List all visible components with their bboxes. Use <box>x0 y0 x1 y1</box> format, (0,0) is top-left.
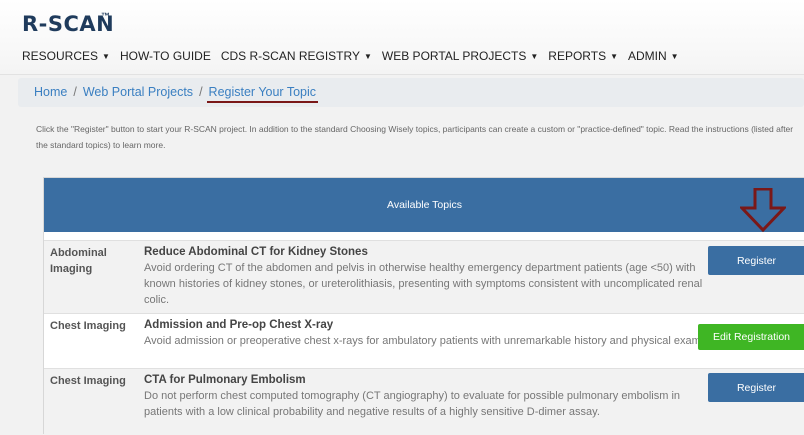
topics-header: Available Topics <box>44 178 804 232</box>
nav-label: RESOURCES <box>22 49 99 63</box>
register-button[interactable]: Register <box>708 246 804 275</box>
topic-title: Admission and Pre-op Chest X-ray <box>144 319 334 331</box>
topic-category: Chest Imaging <box>50 320 126 332</box>
nav-label: CDS R-SCAN REGISTRY <box>220 49 360 63</box>
nav-admin[interactable]: ADMIN ▼ <box>628 49 679 63</box>
topic-title: CTA for Pulmonary Embolism <box>144 374 306 386</box>
topic-category: Chest Imaging <box>50 375 126 387</box>
edit-registration-button[interactable]: Edit Registration <box>698 324 804 350</box>
main-nav: RESOURCES ▼ HOW-TO GUIDE CDS R-SCAN REGIS… <box>22 49 679 63</box>
nav-how-to-guide[interactable]: HOW-TO GUIDE <box>120 49 211 63</box>
breadcrumb-separator: / <box>199 85 203 99</box>
topics-panel: Available Topics Abdominal Imaging Reduc… <box>43 177 804 435</box>
register-button[interactable]: Register <box>708 373 804 402</box>
topic-row: Chest Imaging Admission and Pre-op Chest… <box>44 313 804 368</box>
breadcrumb-home[interactable]: Home <box>34 85 67 99</box>
breadcrumb-current: Register Your Topic <box>206 85 319 103</box>
breadcrumb: Home / Web Portal Projects / Register Yo… <box>18 78 804 107</box>
breadcrumb-separator: / <box>73 85 77 99</box>
caret-down-icon: ▼ <box>610 51 618 61</box>
topic-description: Avoid admission or preoperative chest x-… <box>144 335 704 347</box>
top-header: R-SCAN ™ RESOURCES ▼ HOW-TO GUIDE CDS R-S… <box>0 0 804 75</box>
breadcrumb-web-portal-projects[interactable]: Web Portal Projects <box>83 85 193 99</box>
nav-label: REPORTS <box>548 49 607 63</box>
intro-text: Click the "Register" button to start you… <box>36 124 794 150</box>
nav-web-portal-projects[interactable]: WEB PORTAL PROJECTS ▼ <box>382 49 538 63</box>
topic-title: Reduce Abdominal CT for Kidney Stones <box>144 246 368 258</box>
topic-row: Abdominal Imaging Reduce Abdominal CT fo… <box>44 240 804 313</box>
caret-down-icon: ▼ <box>670 51 679 61</box>
nav-cds-registry[interactable]: CDS R-SCAN REGISTRY ▼ <box>221 49 372 63</box>
nav-label: ADMIN <box>628 49 667 63</box>
caret-down-icon: ▼ <box>363 51 372 61</box>
caret-down-icon: ▼ <box>530 51 539 61</box>
nav-resources[interactable]: RESOURCES ▼ <box>22 49 110 63</box>
nav-label: WEB PORTAL PROJECTS <box>381 49 527 63</box>
nav-label: HOW-TO GUIDE <box>119 49 211 63</box>
logo-trademark: ™ <box>101 11 110 21</box>
nav-reports[interactable]: REPORTS ▼ <box>548 49 618 63</box>
topic-description: Avoid ordering CT of the abdomen and pel… <box>144 262 703 306</box>
caret-down-icon: ▼ <box>102 51 110 61</box>
topic-category: Abdominal Imaging <box>50 247 107 275</box>
topic-description: Do not perform chest computed tomography… <box>144 390 681 418</box>
topic-row: Chest Imaging CTA for Pulmonary Embolism… <box>44 368 804 435</box>
down-arrow-icon <box>740 188 786 232</box>
